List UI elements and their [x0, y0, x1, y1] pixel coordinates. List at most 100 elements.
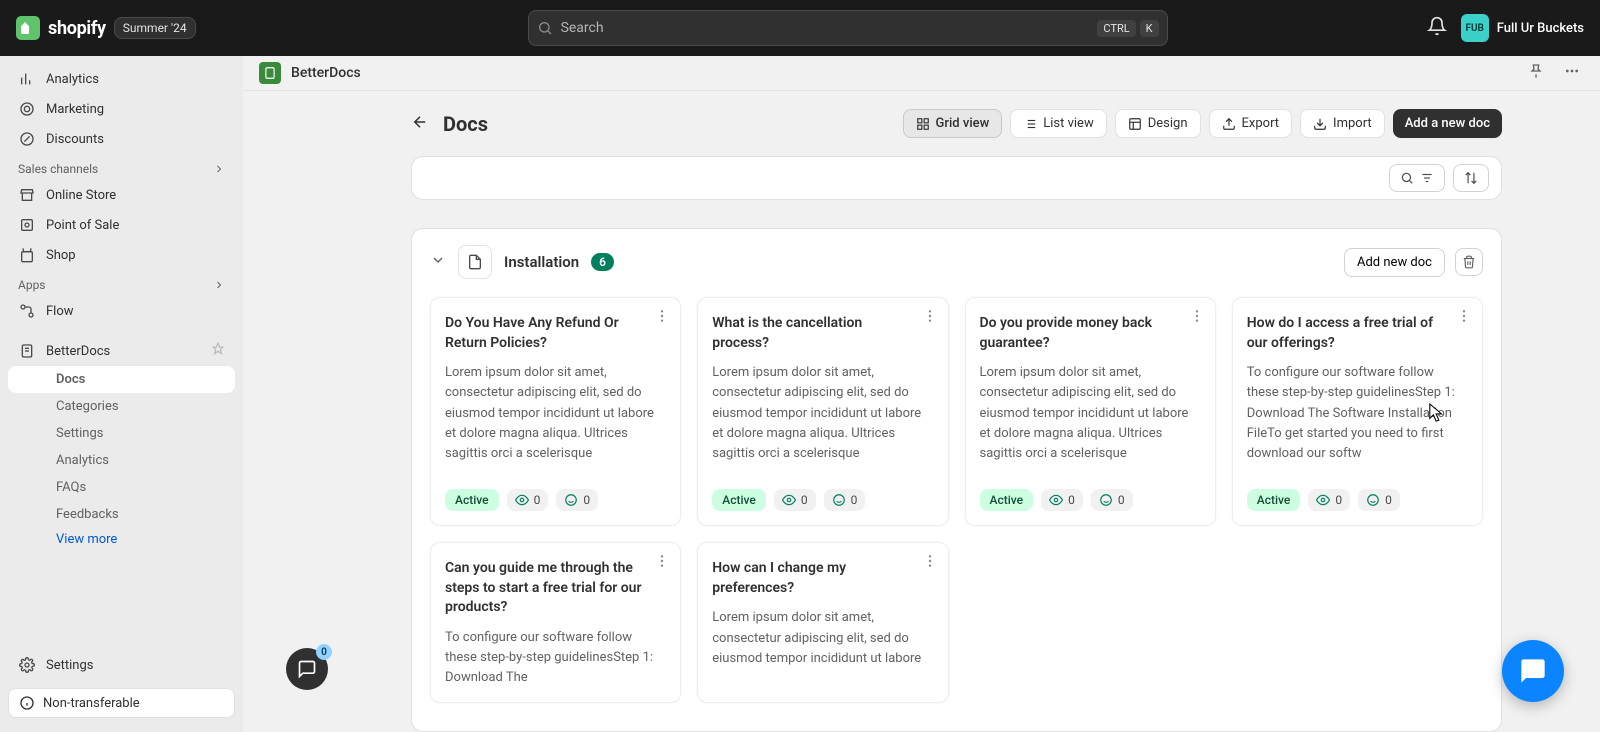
non-transferable-badge[interactable]: Non-transferable: [8, 688, 235, 718]
sidebar-item-settings[interactable]: Settings: [8, 650, 235, 680]
doc-title: Do you provide money back guarantee?: [980, 314, 1201, 353]
sidebar-label: Marketing: [46, 102, 104, 117]
grid-view-button[interactable]: Grid view: [903, 109, 1003, 138]
add-new-doc-button[interactable]: Add a new doc: [1393, 109, 1502, 138]
sidebar-item-flow[interactable]: Flow: [8, 296, 235, 326]
notifications-button[interactable]: [1427, 16, 1447, 40]
kbd-hint: CTRL K: [1097, 20, 1158, 37]
sidebar-label: Flow: [46, 304, 74, 319]
chevron-right-icon: [213, 279, 225, 291]
more-vertical-icon: [654, 308, 670, 324]
global-search[interactable]: Search CTRL K: [528, 10, 1168, 46]
doc-more-button[interactable]: [922, 553, 938, 573]
design-button[interactable]: Design: [1115, 109, 1201, 138]
view-more-link[interactable]: View more: [8, 532, 235, 547]
more-horizontal-icon: [1564, 63, 1580, 79]
sidebar-subitem-categories[interactable]: Categories: [8, 393, 235, 420]
shopify-logo-icon: [16, 16, 40, 40]
info-icon: [19, 695, 35, 711]
kbd-k: K: [1140, 20, 1159, 37]
sidebar-subitem-docs[interactable]: Docs: [8, 366, 235, 393]
sidebar-section-apps[interactable]: Apps: [8, 270, 235, 296]
eye-icon: [782, 493, 796, 507]
sidebar-subitem-feedbacks[interactable]: Feedbacks: [8, 501, 235, 528]
sidebar-label: Settings: [46, 658, 93, 673]
doc-card[interactable]: What is the cancellation process? Lorem …: [697, 297, 948, 526]
topbar: shopify Summer '24 Search CTRL K FUB Ful…: [0, 0, 1600, 56]
target-icon: [18, 100, 36, 118]
collapse-toggle[interactable]: [430, 252, 446, 272]
doc-card[interactable]: How do I access a free trial of our offe…: [1232, 297, 1483, 526]
eye-icon: [515, 493, 529, 507]
user-name: Full Ur Buckets: [1497, 21, 1584, 36]
grid-icon: [916, 117, 930, 131]
doc-more-button[interactable]: [1189, 308, 1205, 328]
sidebar-section-channels[interactable]: Sales channels: [8, 154, 235, 180]
export-button[interactable]: Export: [1209, 109, 1293, 138]
sidebar-item-analytics[interactable]: Analytics: [8, 64, 235, 94]
doc-footer: Active 0 0: [1247, 489, 1468, 511]
filter-icon: [1420, 171, 1434, 185]
sidebar-item-marketing[interactable]: Marketing: [8, 94, 235, 124]
back-button[interactable]: [411, 113, 429, 135]
status-badge: Active: [445, 489, 499, 511]
more-vertical-icon: [922, 308, 938, 324]
doc-title: How can I change my preferences?: [712, 559, 933, 598]
doc-card[interactable]: How can I change my preferences? Lorem i…: [697, 542, 948, 703]
more-vertical-icon: [1456, 308, 1472, 324]
sort-button[interactable]: [1453, 164, 1489, 192]
status-badge: Active: [980, 489, 1034, 511]
sidebar-item-betterdocs[interactable]: BetterDocs: [8, 336, 235, 366]
sidebar-item-onlinestore[interactable]: Online Store: [8, 180, 235, 210]
betterdocs-icon: [18, 342, 36, 360]
bell-icon: [1427, 16, 1447, 36]
sidebar-item-discounts[interactable]: Discounts: [8, 124, 235, 154]
logo-group[interactable]: shopify Summer '24: [16, 16, 196, 40]
sidebar-item-shop[interactable]: Shop: [8, 240, 235, 270]
status-badge: Active: [1247, 489, 1301, 511]
layout-icon: [1128, 117, 1142, 131]
doc-more-button[interactable]: [654, 553, 670, 573]
doc-title: Can you guide me through the steps to st…: [445, 559, 666, 618]
doc-card[interactable]: Can you guide me through the steps to st…: [430, 542, 681, 703]
section-add-doc-button[interactable]: Add new doc: [1344, 248, 1445, 277]
filter-bar: [411, 156, 1502, 200]
chevron-down-icon: [430, 252, 446, 268]
more-vertical-icon: [1189, 308, 1205, 324]
sidebar-subitem-analytics[interactable]: Analytics: [8, 447, 235, 474]
doc-card[interactable]: Do You Have Any Refund Or Return Policie…: [430, 297, 681, 526]
doc-more-button[interactable]: [922, 308, 938, 328]
eye-icon: [1049, 493, 1063, 507]
pin-icon: [1528, 63, 1544, 79]
list-view-button[interactable]: List view: [1010, 109, 1106, 138]
account-menu[interactable]: FUB Full Ur Buckets: [1461, 14, 1584, 42]
pin-app-button[interactable]: [1524, 59, 1548, 87]
import-button[interactable]: Import: [1300, 109, 1385, 138]
reactions-stat: 0: [1091, 489, 1133, 511]
brand-text: shopify: [48, 18, 106, 39]
support-fab[interactable]: [1502, 640, 1564, 702]
sidebar-item-pos[interactable]: Point of Sale: [8, 210, 235, 240]
search-filter-button[interactable]: [1389, 164, 1445, 192]
kbd-ctrl: CTRL: [1097, 20, 1135, 37]
delete-section-button[interactable]: [1455, 248, 1483, 276]
doc-card[interactable]: Do you provide money back guarantee? Lor…: [965, 297, 1216, 526]
chat-widget[interactable]: 0: [286, 648, 328, 690]
eye-icon: [1316, 493, 1330, 507]
export-icon: [1222, 117, 1236, 131]
sidebar-subitem-faqs[interactable]: FAQs: [8, 474, 235, 501]
doc-excerpt: Lorem ipsum dolor sit amet, consectetur …: [445, 363, 666, 469]
doc-excerpt: To configure our software follow these s…: [1247, 363, 1468, 469]
doc-more-button[interactable]: [654, 308, 670, 328]
page-title: Docs: [443, 112, 488, 136]
pin-icon[interactable]: [211, 342, 225, 360]
flow-icon: [18, 302, 36, 320]
doc-more-button[interactable]: [1456, 308, 1472, 328]
smile-icon: [564, 493, 578, 507]
sidebar-subitem-settings[interactable]: Settings: [8, 420, 235, 447]
app-more-button[interactable]: [1560, 59, 1584, 87]
views-stat: 0: [1041, 489, 1083, 511]
views-stat: 0: [507, 489, 549, 511]
sidebar: Analytics Marketing Discounts Sales chan…: [0, 56, 243, 732]
user-avatar: FUB: [1461, 14, 1489, 42]
